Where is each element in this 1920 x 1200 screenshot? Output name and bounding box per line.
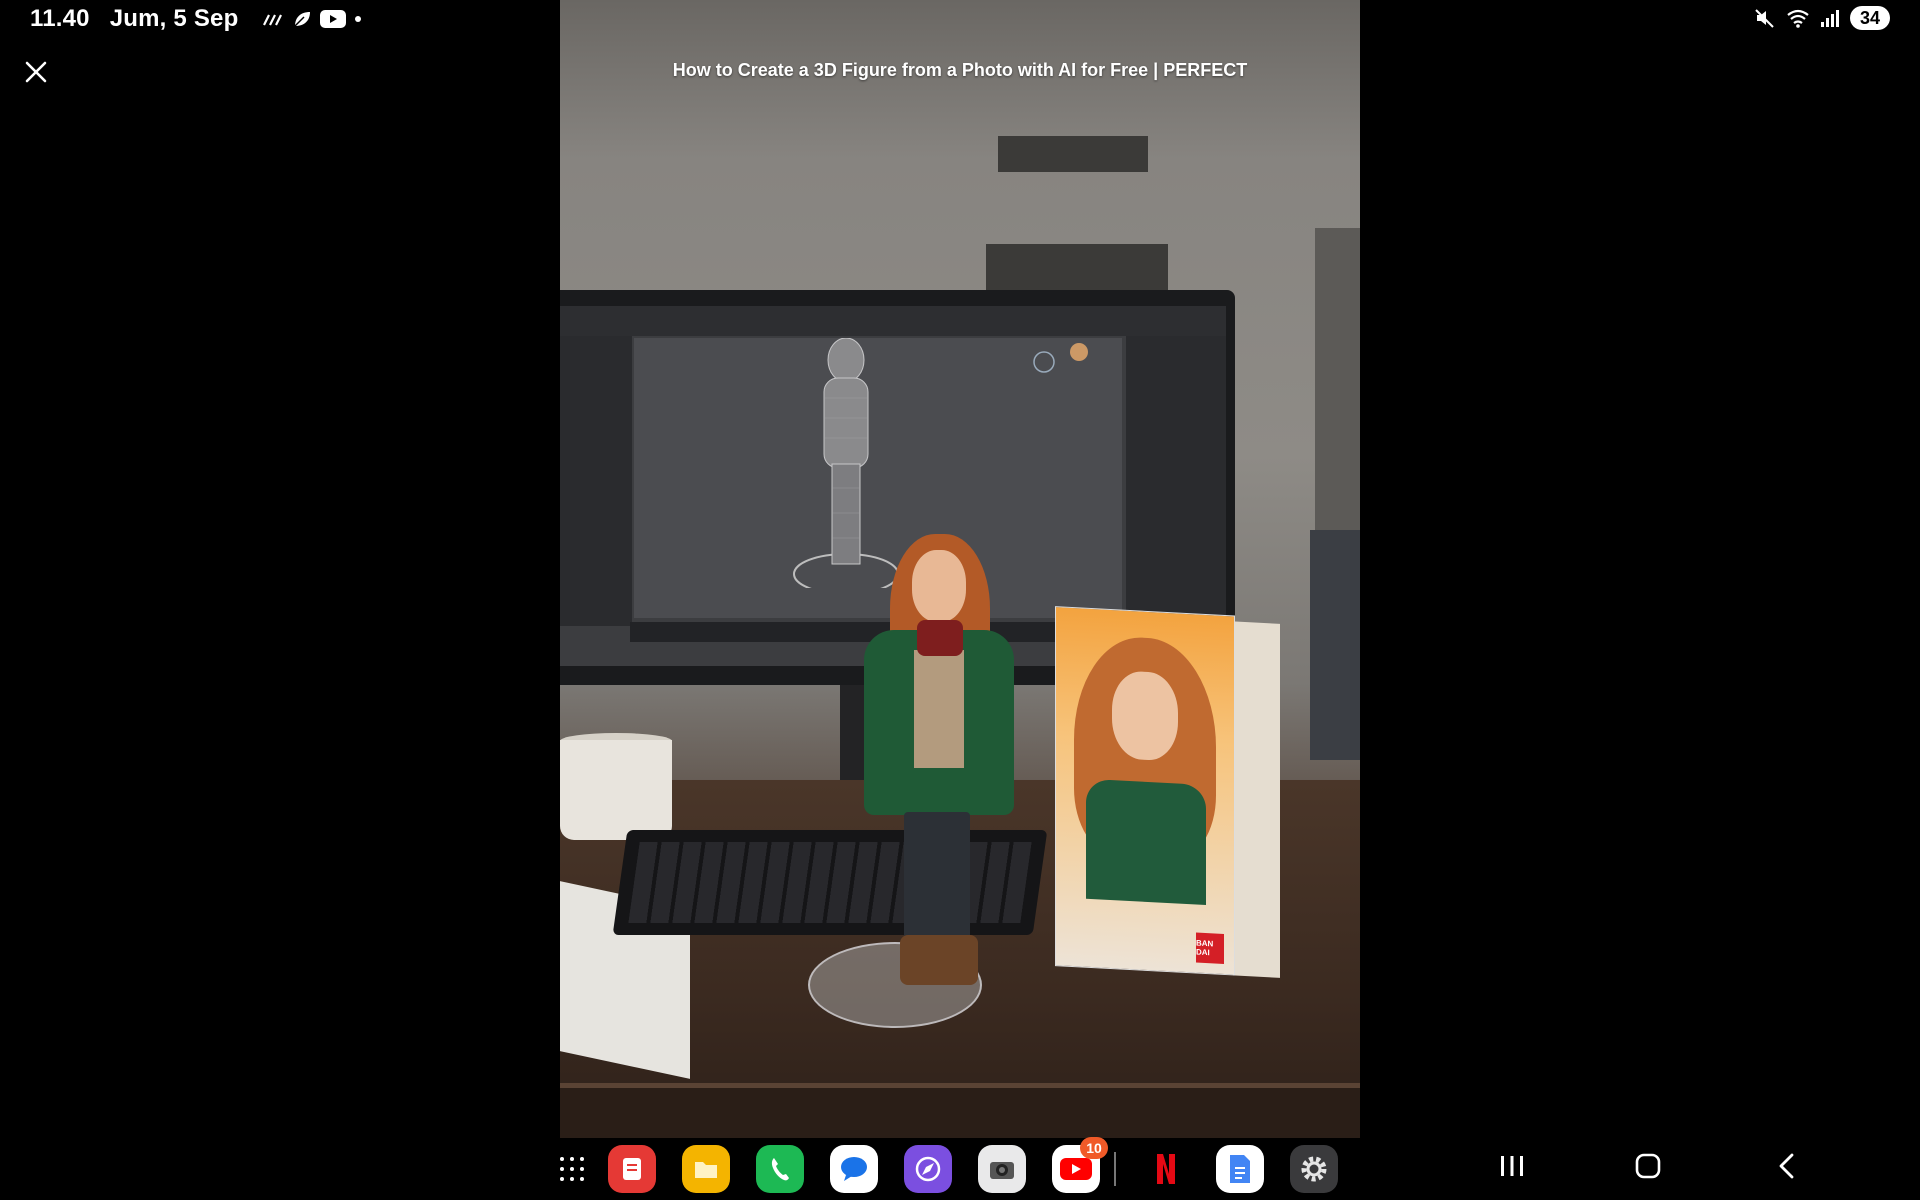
screen-viewport <box>634 338 1122 618</box>
video-title: How to Create a 3D Figure from a Photo w… <box>672 60 1248 80</box>
figure-scarf <box>917 620 963 656</box>
settings-app-icon[interactable] <box>1290 1145 1338 1193</box>
youtube-app-icon[interactable]: 10 <box>1052 1137 1108 1193</box>
figure-legs <box>904 812 970 947</box>
battery-icon: 34 <box>1850 6 1890 30</box>
status-time: 11.40 <box>30 5 90 32</box>
status-bar-right: 34 <box>1754 3 1890 33</box>
box-front: BAN DAI <box>1055 606 1235 976</box>
keyboard-keys <box>628 842 1032 923</box>
screen-outliner <box>560 336 632 626</box>
status-date: Jum, 5 Sep <box>109 5 239 32</box>
desk-front <box>560 1088 1360 1138</box>
leaf-icon <box>294 12 311 27</box>
figure-face <box>912 550 966 622</box>
keyboard <box>612 830 1048 935</box>
video-player[interactable]: BAN DAI How to Create a 3D Figure from a… <box>560 0 1360 1138</box>
box-art-face <box>1112 670 1178 762</box>
youtube-icon <box>320 10 347 28</box>
dot-icon <box>355 16 362 22</box>
status-bar-left: 11.40 Jum, 5 Sep <box>30 4 362 34</box>
notification-icons <box>262 9 362 29</box>
messages-app-icon[interactable] <box>830 1145 878 1193</box>
app-drawer-button[interactable] <box>558 1155 586 1183</box>
box-logo: BAN DAI <box>1196 932 1224 964</box>
coffee-mug <box>560 740 672 840</box>
box-side <box>1233 621 1280 978</box>
back-button[interactable] <box>1763 1140 1811 1192</box>
wireframe-figure <box>793 338 1088 588</box>
recents-icon <box>1501 1156 1523 1176</box>
figure-boots <box>900 935 978 985</box>
figure-sweater <box>914 650 964 768</box>
phone-app-icon[interactable] <box>756 1145 804 1193</box>
mute-icon <box>1755 9 1774 28</box>
cellular-signal-icon <box>1821 10 1839 27</box>
taskbar-divider <box>1114 1152 1116 1186</box>
recents-button[interactable] <box>1488 1140 1536 1192</box>
docs-app-icon[interactable] <box>1216 1145 1264 1193</box>
screen-properties <box>1126 336 1226 636</box>
close-button[interactable] <box>20 56 52 88</box>
youtube-notification-badge: 10 <box>1080 1137 1108 1159</box>
home-icon <box>1635 1153 1661 1179</box>
screen-toolbar <box>560 306 1226 336</box>
taskbar: 10 <box>558 1137 1362 1200</box>
back-icon <box>1779 1153 1794 1179</box>
netflix-app-icon[interactable] <box>1142 1145 1190 1193</box>
home-button[interactable] <box>1624 1140 1672 1192</box>
signal-lines-icon <box>263 14 283 26</box>
files-app-icon[interactable] <box>682 1145 730 1193</box>
figure-box: BAN DAI <box>1055 606 1280 978</box>
close-icon <box>25 61 47 83</box>
notes-app-icon[interactable] <box>608 1145 656 1193</box>
browser-app-icon[interactable] <box>904 1145 952 1193</box>
wifi-icon <box>1787 9 1809 28</box>
background-cabinet <box>1310 530 1360 760</box>
ceiling-vent <box>998 136 1148 172</box>
box-art-coat <box>1086 778 1206 906</box>
camera-app-icon[interactable] <box>978 1145 1026 1193</box>
